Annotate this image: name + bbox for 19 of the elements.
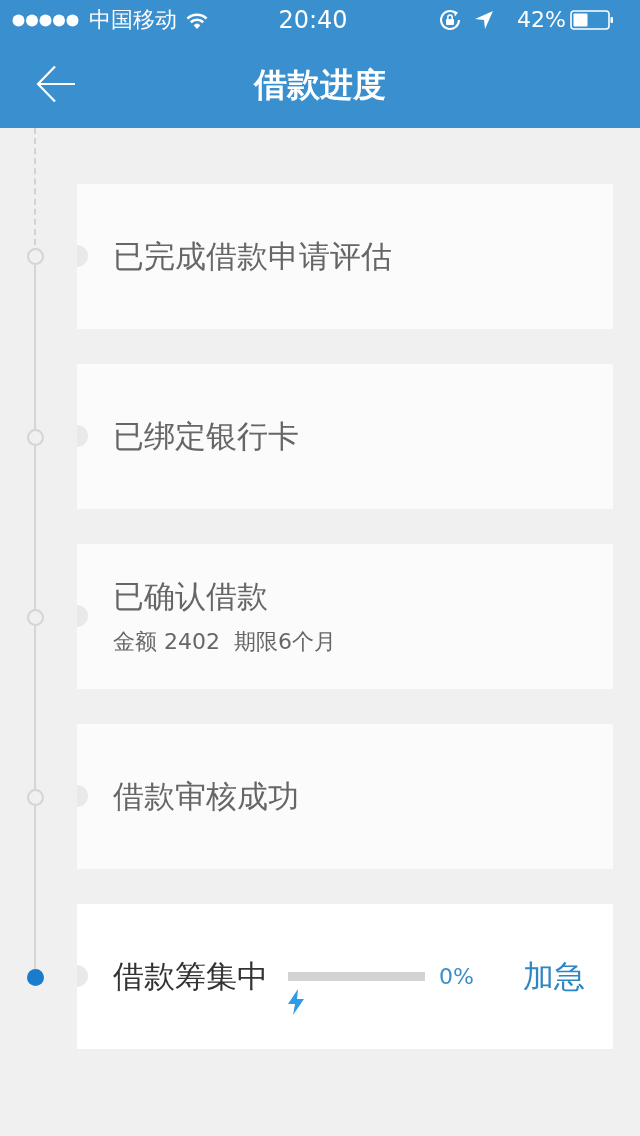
wifi-icon bbox=[186, 11, 208, 29]
page-title: 借款进度 bbox=[254, 67, 386, 101]
signal-strength-icon bbox=[12, 13, 79, 27]
progress-percent: 0% bbox=[439, 965, 474, 988]
back-arrow-icon bbox=[36, 65, 76, 103]
carrier-name: 中国移动 bbox=[89, 9, 177, 31]
step-title: 已完成借款申请评估 bbox=[113, 241, 392, 272]
battery-percentage: 42% bbox=[517, 9, 566, 31]
lightning-icon bbox=[288, 989, 304, 1015]
step-detail: 金额 2402 期限6个月 bbox=[113, 630, 336, 653]
step-title: 借款筹集中 bbox=[113, 961, 268, 992]
rotation-lock-icon bbox=[438, 8, 463, 32]
battery-icon bbox=[570, 10, 614, 30]
step-title: 借款审核成功 bbox=[113, 781, 299, 812]
location-arrow-icon bbox=[475, 11, 494, 29]
step-title: 已绑定银行卡 bbox=[113, 421, 299, 452]
expedite-button[interactable]: 加急 bbox=[523, 961, 585, 992]
clock-time: 20:40 bbox=[278, 8, 348, 32]
step-title: 已确认借款 bbox=[113, 580, 269, 612]
